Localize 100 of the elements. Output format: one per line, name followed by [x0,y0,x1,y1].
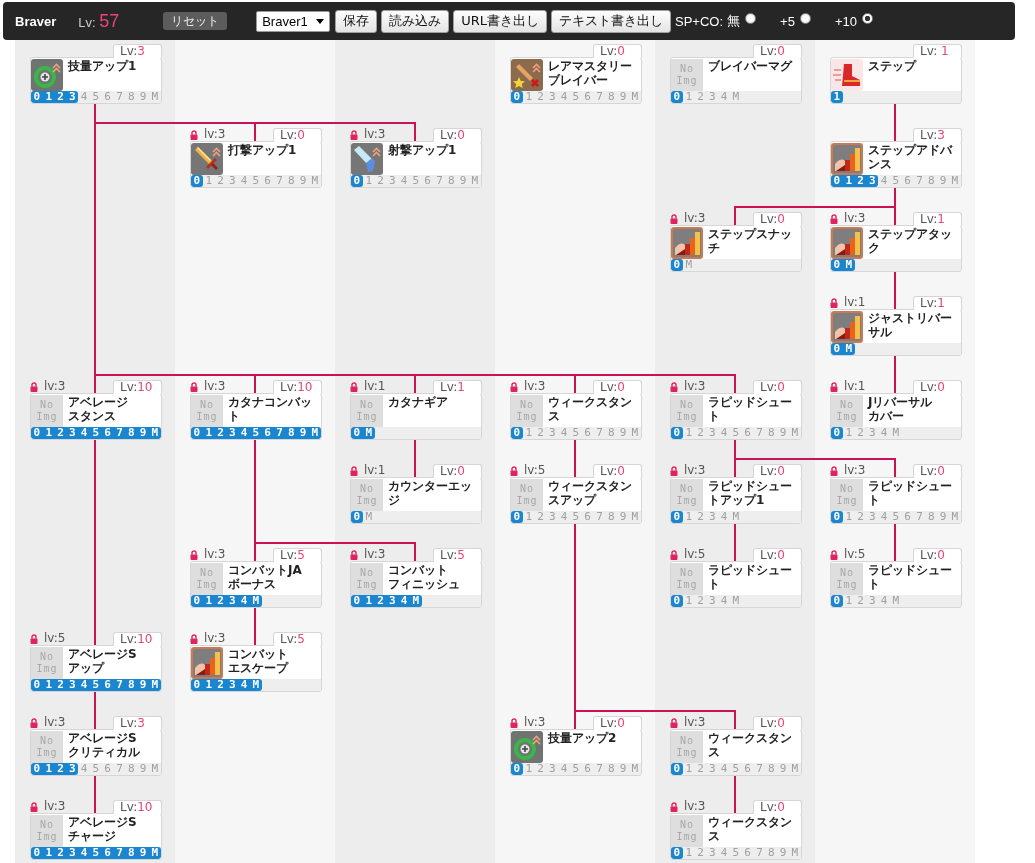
level-step[interactable]: 5 [730,847,742,859]
level-step[interactable]: 8 [605,427,618,439]
level-step[interactable]: 9 [137,427,149,439]
level-step[interactable]: 4 [878,175,890,187]
level-step[interactable]: 2 [534,91,547,103]
preset-select[interactable]: Braver1 [256,10,331,32]
level-step[interactable]: 4 [878,595,890,607]
level-step[interactable]: M [730,595,742,607]
toolbar-button[interactable]: URL書き出し [453,9,547,33]
level-step[interactable]: 0 [31,427,43,439]
level-step[interactable]: 8 [125,847,138,859]
level-step[interactable]: 5 [90,91,102,103]
level-step[interactable]: 3 [226,679,239,691]
level-step[interactable]: 9 [137,763,149,775]
level-step[interactable]: 0 [831,595,843,607]
level-step[interactable]: 7 [113,91,126,103]
skill-card[interactable]: コンバットエスケープ 0 1 2 3 4 M [190,645,322,692]
level-step[interactable]: M [788,847,801,859]
level-step[interactable]: 0 [831,511,843,523]
level-step[interactable]: 9 [777,427,789,439]
level-step[interactable]: 1 [682,595,695,607]
level-step[interactable]: 3 [706,91,719,103]
toolbar-button[interactable]: 読み込み [381,9,450,33]
level-step[interactable]: 9 [617,511,629,523]
level-step[interactable]: M [788,427,801,439]
level-step[interactable]: 9 [617,427,629,439]
level-step[interactable]: 0 [351,511,363,523]
level-step[interactable]: 8 [605,763,618,775]
level-step[interactable]: 2 [694,847,707,859]
skill-card[interactable]: レアマスタリーブレイバー 0 1 2 3 4 5 6 7 8 9 M [510,57,642,104]
level-step[interactable]: 1 [522,427,535,439]
level-step[interactable]: M [890,595,902,607]
level-step[interactable]: M [148,763,161,775]
level-step[interactable]: 3 [546,427,559,439]
level-step[interactable]: M [148,91,161,103]
level-step[interactable]: 8 [445,175,458,187]
level-step[interactable]: 1 [522,511,535,523]
level-step[interactable]: 9 [937,175,949,187]
level-step[interactable]: 9 [297,427,309,439]
level-step[interactable]: 1 [682,91,695,103]
level-step[interactable]: 0 [671,91,683,103]
level-step[interactable]: 8 [285,175,298,187]
level-step[interactable]: 3 [66,847,79,859]
level-step[interactable]: 7 [593,511,606,523]
level-step[interactable]: 8 [125,91,138,103]
level-step[interactable]: 0 [191,175,203,187]
level-step[interactable]: 0 [191,427,203,439]
reset-button[interactable]: リセット [163,12,228,30]
level-step[interactable]: 3 [706,595,719,607]
level-step[interactable]: 6 [581,511,594,523]
level-step[interactable]: 0 [511,511,523,523]
level-step[interactable]: 0 [671,763,683,775]
level-step[interactable]: 8 [125,427,138,439]
level-step[interactable]: 3 [866,175,879,187]
level-step[interactable]: 3 [546,511,559,523]
level-step[interactable]: 3 [66,679,79,691]
level-step[interactable]: 2 [534,427,547,439]
level-step[interactable]: 5 [730,427,742,439]
level-step[interactable]: 1 [522,91,535,103]
level-step[interactable]: 0 [191,595,203,607]
level-step[interactable]: 1 [842,595,855,607]
level-step[interactable]: 1 [842,511,855,523]
level-step[interactable]: 7 [593,91,606,103]
toolbar-button[interactable]: テキスト書き出し [551,9,671,33]
level-step[interactable]: 3 [706,763,719,775]
level-step[interactable]: 0 [511,91,523,103]
level-step[interactable]: M [628,511,641,523]
level-step[interactable]: M [628,427,641,439]
level-step[interactable]: 3 [866,511,879,523]
level-step[interactable]: 4 [78,427,90,439]
level-step[interactable]: 7 [753,763,766,775]
level-step[interactable]: 4 [558,427,570,439]
level-step[interactable]: 3 [66,763,79,775]
level-step[interactable]: 5 [570,511,582,523]
level-step[interactable]: 4 [718,427,730,439]
level-step[interactable]: 6 [581,91,594,103]
level-step[interactable]: 1 [682,763,695,775]
level-step[interactable]: 3 [66,427,79,439]
level-step[interactable]: 8 [765,847,778,859]
level-step[interactable]: 2 [694,595,707,607]
level-step[interactable]: M [308,175,321,187]
level-step[interactable]: 5 [570,427,582,439]
level-step[interactable]: 9 [137,91,149,103]
skill-card[interactable]: ステップアドバンス 0 1 2 3 4 5 6 7 8 9 M [830,141,962,188]
level-step[interactable]: 0 [831,343,843,355]
level-step[interactable]: 1 [831,91,843,103]
level-step[interactable]: M [628,763,641,775]
level-step[interactable]: 8 [285,427,298,439]
level-step[interactable]: 1 [682,847,695,859]
level-step[interactable]: 0 [351,427,363,439]
level-step[interactable]: 9 [297,175,309,187]
skill-card[interactable]: ステップ 1 [830,57,962,104]
level-step[interactable]: 0 [351,175,363,187]
level-step[interactable]: 0 [671,847,683,859]
level-step[interactable]: 7 [113,763,126,775]
level-step[interactable]: 7 [753,847,766,859]
level-step[interactable]: 7 [433,175,446,187]
level-step[interactable]: 3 [866,595,879,607]
skill-card[interactable]: 打撃アップ1 0 1 2 3 4 5 6 7 8 9 M [190,141,322,188]
level-step[interactable]: M [788,763,801,775]
